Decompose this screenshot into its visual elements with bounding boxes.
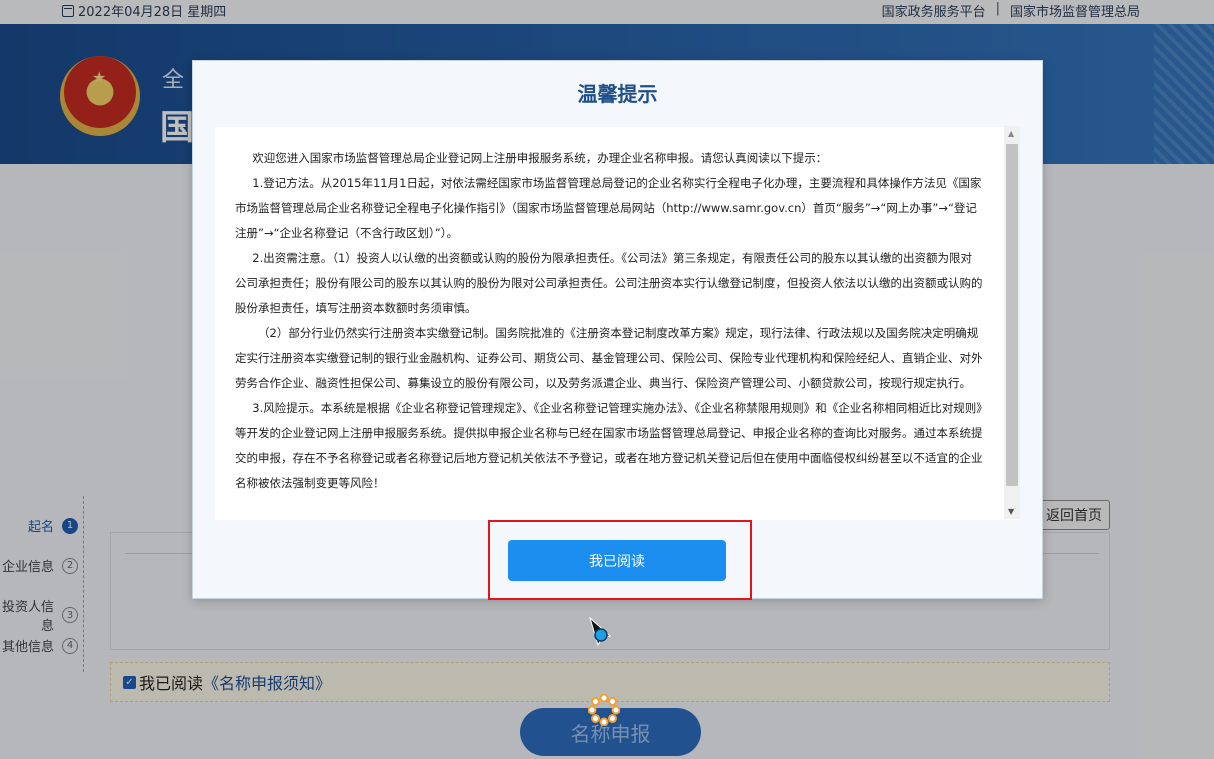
scroll-up-arrow-icon[interactable]: ▲ bbox=[1008, 129, 1014, 138]
notice-text: 欢迎您进入国家市场监督管理总局企业登记网上注册申报服务系统，办理企业名称申报。请… bbox=[235, 146, 983, 496]
loading-spinner-icon bbox=[588, 694, 620, 726]
notice-scrollbar[interactable]: ▲ ▼ bbox=[1004, 126, 1020, 519]
notice-paragraph: （2）部分行业仍然实行注册资本实缴登记制。国务院批准的《注册资本登记制度改革方案… bbox=[235, 326, 983, 390]
scroll-down-arrow-icon[interactable]: ▼ bbox=[1008, 507, 1014, 516]
notice-paragraph: 欢迎您进入国家市场监督管理总局企业登记网上注册申报服务系统，办理企业名称申报。请… bbox=[252, 151, 828, 165]
mouse-cursor-icon bbox=[589, 616, 612, 646]
notice-paragraph: 3.风险提示。本系统是根据《企业名称登记管理规定》、《企业名称登记管理实施办法》… bbox=[235, 401, 983, 490]
notice-dialog: 温馨提示 欢迎您进入国家市场监督管理总局企业登记网上注册申报服务系统，办理企业名… bbox=[192, 60, 1043, 599]
notice-paragraph: 1.登记方法。从2015年11月1日起，对依法需经国家市场监督管理总局登记的企业… bbox=[235, 176, 982, 240]
notice-paragraph: 2.出资需注意。（1）投资人以认缴的出资额或认购的股份为限承担责任。《公司法》第… bbox=[235, 251, 983, 315]
notice-content: 欢迎您进入国家市场监督管理总局企业登记网上注册申报服务系统，办理企业名称申报。请… bbox=[215, 127, 1017, 520]
highlight-box bbox=[488, 520, 752, 600]
dialog-title: 温馨提示 bbox=[577, 82, 658, 106]
scroll-thumb[interactable] bbox=[1006, 144, 1018, 486]
